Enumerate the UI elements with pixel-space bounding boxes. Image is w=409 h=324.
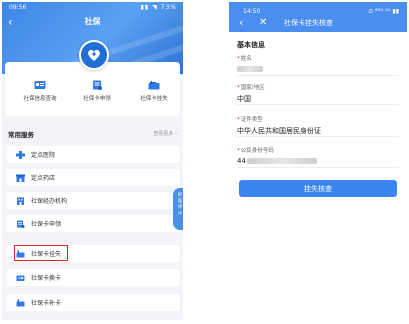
section-title: 基本信息 (237, 41, 265, 49)
highlight-frame (14, 245, 68, 261)
heart-hands-icon (88, 49, 100, 61)
list-item-pharmacy[interactable]: 定点药店 (7, 169, 180, 186)
list-item-label: 定点药店 (31, 175, 56, 182)
list-item-label: 社保卡补卡 (31, 300, 62, 307)
service-info-query[interactable]: 社保信息查询 (11, 80, 69, 102)
country-label: 国家/地区 (240, 85, 265, 91)
list-item-label: 社保卡换卡 (31, 275, 62, 282)
view-more-link[interactable]: 查看更多 › (153, 130, 177, 137)
required-mark: * (237, 148, 240, 154)
list-item-card-apply[interactable]: 社保卡申领 (7, 215, 180, 232)
status-icons: ⊙ ⁸ᴴᴰ ⁵ᴳ ▮▮ (368, 8, 399, 15)
status-bar: 14:50 ⊙ ⁸ᴴᴰ ⁵ᴳ ▮▮ (229, 8, 407, 16)
status-time: 14:50 (243, 8, 261, 15)
swap-card-icon (16, 275, 25, 281)
page-title: 社保卡挂失核查 (284, 19, 333, 27)
service-card-loss[interactable]: 社保卡挂失 (125, 80, 183, 102)
list-item-label: 社保经办机构 (31, 198, 68, 205)
status-time: 09:56 (9, 4, 27, 11)
service-card-apply[interactable]: 社保卡申领 (68, 80, 126, 102)
building-icon (17, 197, 24, 205)
service-label: 社保信息查询 (23, 96, 57, 102)
reissue-card-icon (16, 298, 25, 306)
required-mark: * (237, 85, 240, 91)
name-label: 姓名 (240, 56, 252, 62)
list-item-card-replace[interactable]: 社保卡换卡 (7, 269, 180, 286)
redacted-value (237, 66, 263, 72)
nav-bar: ‹ ✕ 社保卡挂失核查 (229, 16, 407, 30)
close-icon[interactable]: ✕ (259, 16, 267, 30)
field-label: *公民身份号码 (237, 146, 399, 154)
name-field[interactable]: *姓名 (237, 54, 399, 76)
loss-check-button[interactable]: 挂失核查 (239, 180, 397, 197)
feedback-float-button[interactable]: 好 差 评 ◎ (173, 188, 183, 230)
id-type-field[interactable]: *证件类型 中华人民共和国居民身份证 (237, 115, 399, 137)
page-title: 社保 (84, 17, 101, 26)
logo-emblem (79, 40, 109, 70)
list-item-label: 定点医院 (31, 152, 56, 159)
service-label: 社保卡挂失 (140, 96, 168, 102)
required-mark: * (237, 117, 240, 123)
list-item-agency[interactable]: 社保经办机构 (7, 192, 180, 209)
id-type-value: 中华人民共和国居民身份证 (237, 127, 321, 135)
id-number-value: 44 (237, 157, 399, 167)
section-title: 常用服务 (8, 131, 34, 139)
shop-icon (16, 174, 25, 182)
country-field[interactable]: *国家/地区 中国 (237, 83, 399, 105)
status-bar: 09:56 ▮▮ ◥ 73% (2, 4, 183, 12)
field-label: *国家/地区 (237, 83, 399, 91)
status-icons: ▮▮ ◥ 73% (140, 4, 177, 11)
required-mark: * (237, 56, 240, 62)
undo-card-icon (148, 80, 160, 90)
id-card-icon (34, 81, 46, 89)
service-label: 社保卡申领 (83, 96, 111, 102)
id-type-label: 证件类型 (240, 117, 263, 123)
field-label: *证件类型 (237, 115, 399, 123)
list-item-label: 社保卡申领 (31, 221, 62, 228)
country-value: 中国 (237, 95, 251, 103)
redacted-value (246, 158, 317, 164)
list-item-hospital[interactable]: 定点医院 (7, 146, 180, 163)
right-screen: 14:50 ⊙ ⁸ᴴᴰ ⁵ᴳ ▮▮ ‹ ✕ 社保卡挂失核查 基本信息 *姓名 *… (229, 2, 407, 320)
id-number-field[interactable]: *公民身份号码 44 (237, 146, 399, 168)
back-icon[interactable]: ‹ (239, 16, 243, 30)
id-number-label: 公民身份号码 (240, 148, 274, 154)
field-label: *姓名 (237, 54, 399, 62)
left-screen: 09:56 ▮▮ ◥ 73% ‹ 社保 社保信息查询 社保卡申领 社保卡挂失 常… (2, 2, 183, 320)
name-value (237, 65, 399, 75)
document-icon (17, 220, 25, 228)
service-card: 社保信息查询 社保卡申领 社保卡挂失 (5, 62, 180, 116)
nav-bar: ‹ 社保 (2, 14, 183, 30)
document-icon (93, 80, 102, 90)
list-item-card-reissue[interactable]: 社保卡补卡 (7, 294, 180, 311)
hospital-cross-icon (16, 150, 25, 159)
